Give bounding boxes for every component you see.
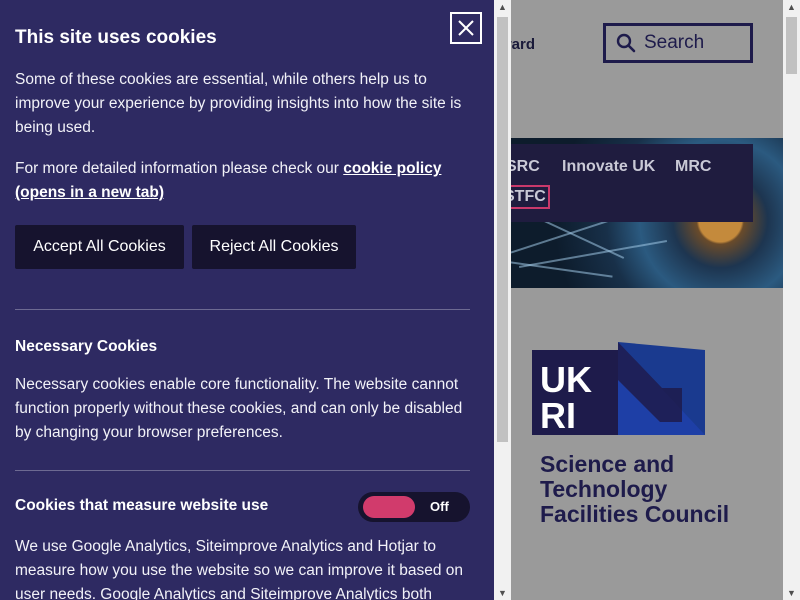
ukri-logo-mark: UK RI bbox=[532, 342, 705, 436]
page-scrollbar-thumb[interactable] bbox=[786, 17, 797, 74]
org-name-line: Technology bbox=[540, 476, 668, 502]
analytics-cookies-title: Cookies that measure website use bbox=[15, 497, 269, 514]
cookie-policy-text: For more detailed information please che… bbox=[15, 157, 475, 205]
main-nav: SRC Innovate UK MRC STFC bbox=[498, 144, 753, 222]
necessary-cookies-title: Necessary Cookies bbox=[15, 338, 158, 355]
search-icon bbox=[616, 33, 636, 53]
toggle-state-label: Off bbox=[430, 499, 449, 514]
cookie-panel-title: This site uses cookies bbox=[15, 27, 217, 48]
cookie-policy-prefix: For more detailed information please che… bbox=[15, 160, 344, 177]
cookie-panel-scrollbar[interactable]: ▲ ▼ bbox=[494, 0, 511, 600]
org-name-line: Facilities Council bbox=[540, 501, 730, 527]
org-name-line: Science and bbox=[540, 451, 675, 477]
scroll-down-arrow-icon[interactable]: ▼ bbox=[783, 588, 800, 598]
cookie-panel: This site uses cookies Some of these coo… bbox=[0, 0, 494, 600]
analytics-cookies-text: We use Google Analytics, Siteimprove Ana… bbox=[15, 538, 464, 600]
search-label: Search bbox=[644, 32, 705, 53]
svg-text:UK: UK bbox=[540, 359, 592, 400]
page-scrollbar[interactable]: ▲ ▼ bbox=[783, 0, 800, 600]
scroll-up-arrow-icon[interactable]: ▲ bbox=[494, 2, 511, 12]
close-icon bbox=[458, 20, 474, 36]
divider bbox=[15, 309, 470, 310]
divider bbox=[15, 470, 470, 471]
nav-item-mrc[interactable]: MRC bbox=[675, 158, 711, 176]
nav-item-src[interactable]: SRC bbox=[506, 158, 540, 176]
analytics-cookies-toggle[interactable]: Off bbox=[358, 492, 470, 522]
necessary-cookies-text: Necessary cookies enable core functional… bbox=[15, 376, 463, 441]
search-button[interactable]: Search bbox=[603, 23, 753, 63]
org-name: Science and Technology Facilities Counci… bbox=[540, 452, 770, 527]
svg-text:RI: RI bbox=[540, 395, 576, 435]
reject-all-cookies-button[interactable]: Reject All Cookies bbox=[192, 225, 356, 269]
close-button[interactable] bbox=[450, 12, 482, 44]
cookie-intro-text: Some of these cookies are essential, whi… bbox=[15, 71, 462, 136]
ukri-logo[interactable]: UK RI bbox=[532, 342, 705, 436]
accept-all-cookies-button[interactable]: Accept All Cookies bbox=[15, 225, 184, 269]
toggle-knob bbox=[363, 496, 415, 518]
scroll-down-arrow-icon[interactable]: ▼ bbox=[494, 588, 511, 598]
nav-item-innovate-uk[interactable]: Innovate UK bbox=[562, 158, 655, 176]
scroll-up-arrow-icon[interactable]: ▲ bbox=[783, 2, 800, 12]
cookie-panel-scrollbar-thumb[interactable] bbox=[497, 17, 508, 442]
